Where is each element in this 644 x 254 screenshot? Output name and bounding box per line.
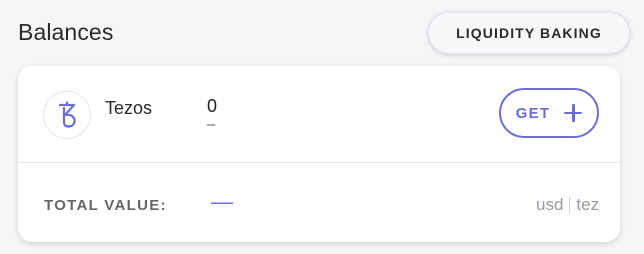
token-name: Tezos [105, 98, 153, 118]
asset-row: Tezos 0 – GET [18, 66, 620, 162]
currency-separator [569, 196, 571, 214]
get-button-label: GET [515, 104, 551, 122]
total-value-label: TOTAL VALUE: [44, 197, 167, 214]
token-balance: 0 [207, 96, 218, 116]
balances-card: Tezos 0 – GET TOTAL VALUE: — usd tez [18, 66, 620, 242]
get-button[interactable]: GET [499, 88, 599, 138]
page-title: Balances [18, 19, 114, 45]
token-fiat-balance: – [207, 116, 216, 133]
tezos-icon [43, 91, 91, 139]
total-value: — [211, 189, 233, 214]
plus-icon [564, 104, 583, 122]
currency-usd-option[interactable]: usd [536, 195, 563, 215]
divider [18, 162, 620, 163]
currency-switch: usd tez [536, 195, 599, 215]
currency-tez-option[interactable]: tez [576, 195, 599, 215]
liquidity-baking-button[interactable]: LIQUIDITY BAKING [428, 12, 630, 54]
